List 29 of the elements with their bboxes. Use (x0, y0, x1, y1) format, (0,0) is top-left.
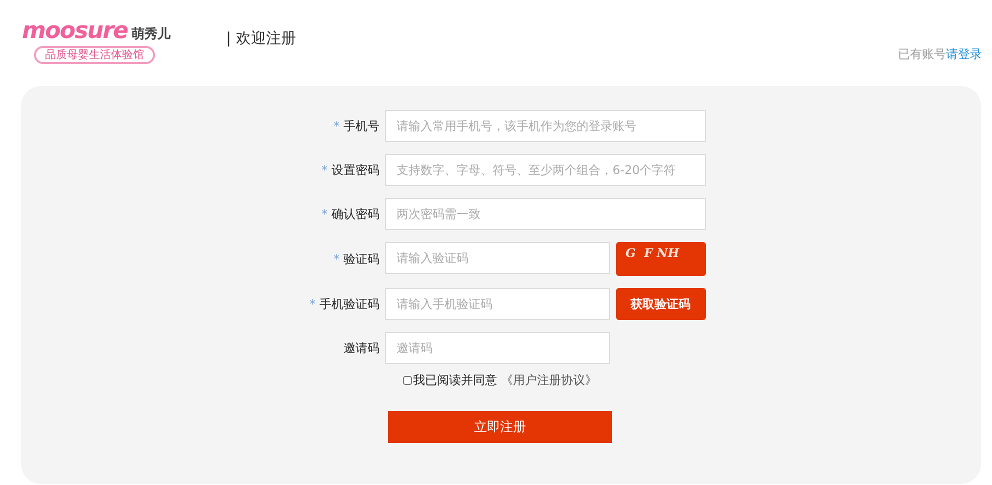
required-mark: * (322, 207, 328, 221)
get-code-button[interactable]: 获取验证码 (616, 288, 706, 320)
agreement-link[interactable]: 《用户注册协议》 (501, 372, 597, 389)
register-button[interactable]: 立即注册 (388, 411, 612, 443)
input-field[interactable]: 支持数字、字母、符号、至少两个组合，6-20个字符 (384, 154, 706, 186)
logo-wordmark: moosure (22, 18, 128, 44)
login-link[interactable]: 请登录 (946, 46, 982, 63)
captcha-image[interactable]: G F NH (616, 242, 706, 276)
required-mark: * (334, 119, 340, 133)
field-label: 邀请码 (344, 340, 380, 356)
agree-checkbox[interactable] (403, 376, 412, 385)
login-prompt: 已有账号 (898, 46, 946, 63)
logo-tagline: 品质母婴生活体验馆 (34, 46, 155, 64)
field-label: 手机验证码 (320, 296, 380, 312)
input-field[interactable]: 邀请码 (384, 332, 610, 364)
agree-text: 我已阅读并同意 (413, 372, 497, 389)
field-label: 手机号 (344, 118, 380, 134)
field-label: 验证码 (344, 250, 380, 268)
field-label: 设置密码 (332, 162, 380, 178)
required-mark: * (322, 163, 328, 177)
required-mark: * (334, 252, 340, 266)
field-label: 确认密码 (332, 206, 380, 222)
required-mark: * (310, 297, 316, 311)
input-field[interactable]: 请输入验证码 (384, 242, 610, 274)
page-title: | 欢迎注册 (226, 29, 296, 48)
logo-name: 萌秀儿 (132, 26, 171, 43)
input-field[interactable]: 两次密码需一致 (384, 198, 706, 230)
input-field[interactable]: 请输入常用手机号，该手机作为您的登录账号 (384, 110, 706, 142)
input-field[interactable]: 请输入手机验证码 (384, 288, 610, 320)
